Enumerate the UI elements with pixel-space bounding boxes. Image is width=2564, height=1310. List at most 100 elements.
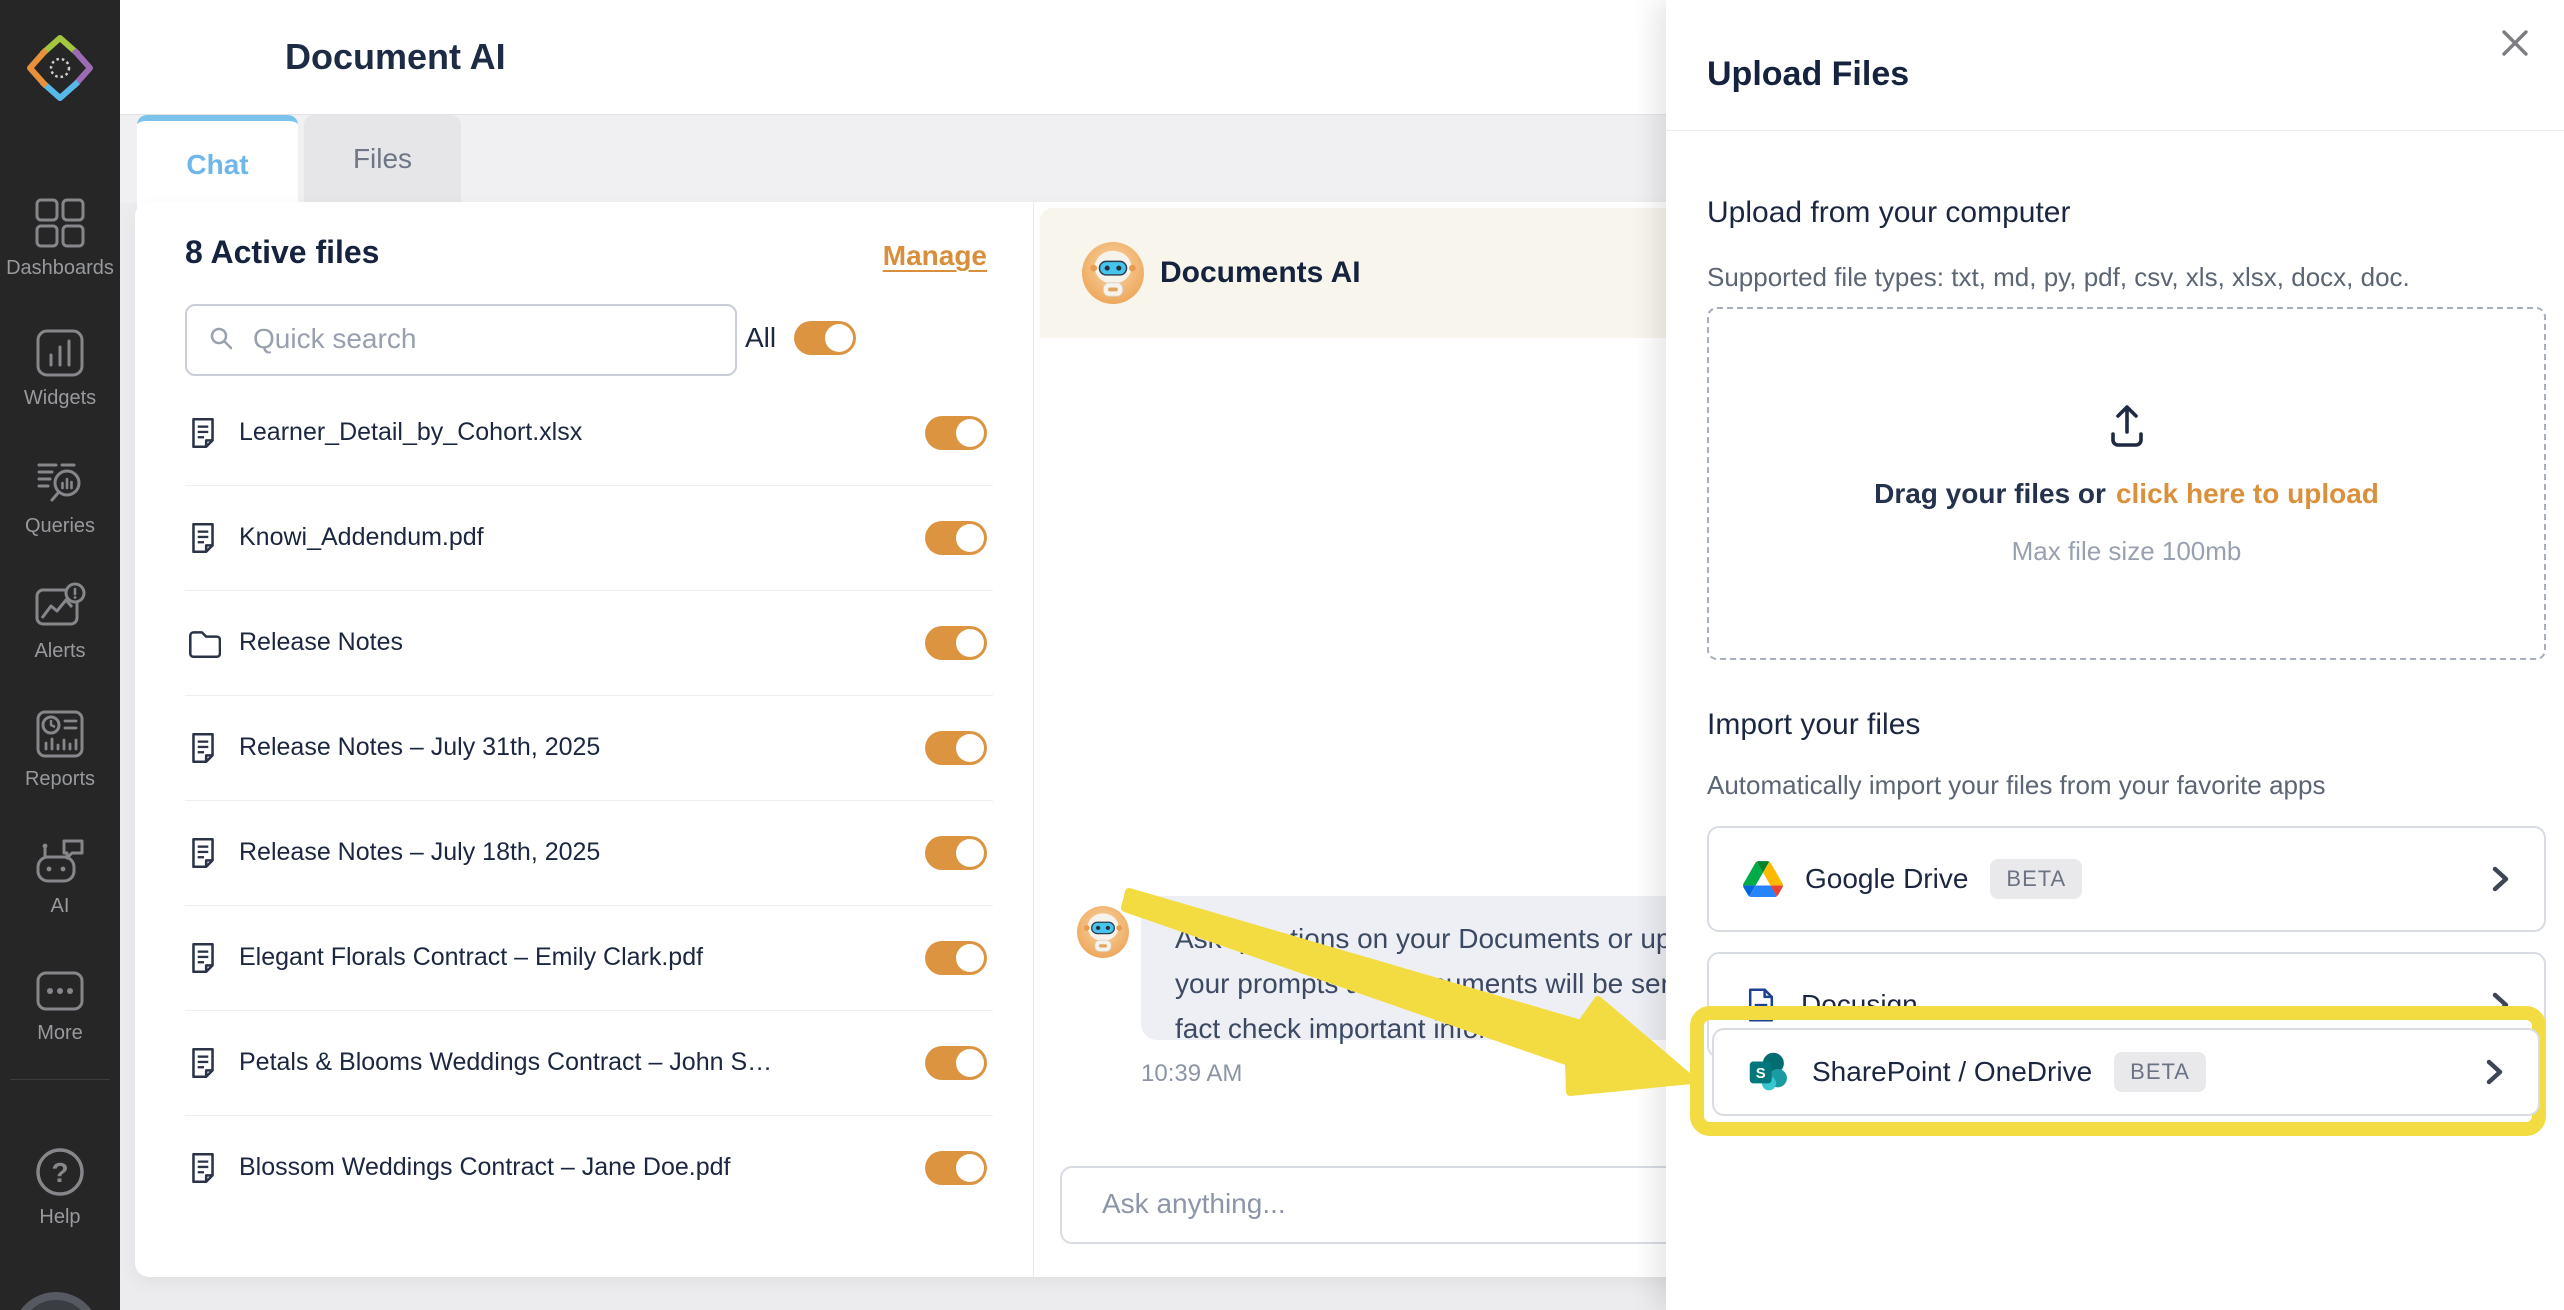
chat-header: Documents AI xyxy=(1040,208,1700,338)
file-row: Elegant Florals Contract – Emily Clark.p… xyxy=(185,905,993,1011)
panel-divider xyxy=(1666,130,2564,131)
sidebar-label: Reports xyxy=(25,768,95,790)
integration-name: Google Drive xyxy=(1805,863,1968,895)
document-icon xyxy=(185,1045,221,1081)
drag-text: Drag your files or xyxy=(1874,478,2106,509)
sidebar-label: Queries xyxy=(25,515,95,537)
beta-badge: BETA xyxy=(2114,1052,2206,1092)
upload-icon xyxy=(2101,400,2153,452)
tab-files-label: Files xyxy=(353,143,412,175)
help-glyph: ? xyxy=(51,1157,68,1188)
document-icon xyxy=(185,415,221,451)
sidebar-item-more[interactable]: More xyxy=(0,968,120,1045)
google-drive-icon xyxy=(1743,861,1783,897)
message-line: fact check important information. xyxy=(1175,1006,1700,1051)
help-icon: ? xyxy=(34,1146,86,1198)
widgets-icon xyxy=(34,327,86,379)
document-icon xyxy=(185,520,221,556)
file-name: Learner_Detail_by_Cohort.xlsx xyxy=(239,418,784,447)
click-to-upload-link[interactable]: click here to upload xyxy=(2116,478,2379,509)
integration-google-drive[interactable]: Google Drive BETA xyxy=(1707,826,2546,932)
app-root: Document AI Chat Files 8 Active files Ma… xyxy=(0,0,2564,1310)
file-toggle[interactable] xyxy=(925,731,987,765)
sidebar-item-alerts[interactable]: Alerts xyxy=(0,580,120,663)
tab-chat-label: Chat xyxy=(186,149,248,181)
search-input[interactable] xyxy=(251,310,715,368)
file-row: Release Notes xyxy=(185,590,993,696)
sidebar-label: Alerts xyxy=(34,640,85,662)
upload-computer-title: Upload from your computer xyxy=(1707,196,2071,230)
tab-files[interactable]: Files xyxy=(304,115,461,202)
message-timestamp: 10:39 AM xyxy=(1141,1060,1242,1088)
upload-panel-title: Upload Files xyxy=(1707,55,1909,94)
page-title: Document AI xyxy=(285,36,506,78)
active-files-heading: 8 Active files xyxy=(185,234,379,271)
sidebar-item-widgets[interactable]: Widgets xyxy=(0,327,120,410)
all-toggle-row: All xyxy=(745,304,995,372)
dropzone-text: Drag your files or click here to upload xyxy=(1874,478,2379,510)
search-icon xyxy=(209,326,235,352)
message-line: Ask questions on your Documents or uploa… xyxy=(1175,916,1700,961)
supported-file-types: Supported file types: txt, md, py, pdf, … xyxy=(1707,262,2410,293)
message-line: your prompts and documents will be sent … xyxy=(1175,961,1700,1006)
manage-link[interactable]: Manage xyxy=(883,240,987,272)
sharepoint-glyph: S xyxy=(1756,1066,1766,1082)
dashboards-icon xyxy=(34,197,86,249)
document-icon xyxy=(185,1150,221,1186)
user-avatar[interactable] xyxy=(12,1292,100,1310)
chat-input[interactable] xyxy=(1100,1174,1700,1234)
chevron-right-icon xyxy=(2492,866,2510,892)
file-toggle[interactable] xyxy=(925,836,987,870)
sidebar-item-ai[interactable]: AI xyxy=(0,835,120,918)
integration-name: SharePoint / OneDrive xyxy=(1812,1056,2092,1088)
sidebar-label: Dashboards xyxy=(6,257,114,279)
assistant-name: Documents AI xyxy=(1160,256,1361,290)
import-files-title: Import your files xyxy=(1707,708,1920,742)
chat-input-box[interactable] xyxy=(1060,1166,1700,1244)
more-icon xyxy=(34,968,86,1014)
sidebar-label: More xyxy=(37,1022,83,1044)
file-row: Petals & Blooms Weddings Contract – John… xyxy=(185,1010,993,1116)
quick-search-box[interactable] xyxy=(185,304,737,376)
file-toggle[interactable] xyxy=(925,941,987,975)
file-toggle[interactable] xyxy=(925,1151,987,1185)
beta-badge: BETA xyxy=(1990,859,2082,899)
chevron-right-icon xyxy=(2486,1059,2504,1085)
sidebar-label: Widgets xyxy=(24,387,96,409)
file-toggle[interactable] xyxy=(925,626,987,660)
tab-chat[interactable]: Chat xyxy=(137,115,298,208)
file-toggle[interactable] xyxy=(925,416,987,450)
reports-icon xyxy=(34,708,86,760)
assistant-avatar-small xyxy=(1077,906,1129,958)
assistant-message-bubble: Ask questions on your Documents or uploa… xyxy=(1141,896,1700,1040)
queries-icon xyxy=(34,455,86,507)
sidebar-item-help[interactable]: ? Help xyxy=(0,1146,120,1229)
document-icon xyxy=(185,730,221,766)
app-logo xyxy=(22,28,98,112)
file-row: Release Notes – July 18th, 2025 xyxy=(185,800,993,906)
import-files-subtitle: Automatically import your files from you… xyxy=(1707,770,2325,801)
file-name: Elegant Florals Contract – Emily Clark.p… xyxy=(239,943,784,972)
file-row: Learner_Detail_by_Cohort.xlsx xyxy=(185,380,993,486)
upload-files-panel: Upload Files Upload from your computer S… xyxy=(1666,0,2564,1310)
main-card: 8 Active files Manage All Learner_Detail… xyxy=(135,202,1700,1277)
file-row: Blossom Weddings Contract – Jane Doe.pdf xyxy=(185,1115,993,1220)
file-dropzone[interactable]: Drag your files orclick here to upload M… xyxy=(1707,307,2546,660)
close-icon[interactable] xyxy=(2498,26,2532,60)
folder-icon xyxy=(185,625,221,661)
file-row: Release Notes – July 31th, 2025 xyxy=(185,695,993,801)
all-toggle[interactable] xyxy=(794,321,856,355)
all-label: All xyxy=(745,322,776,354)
alerts-icon xyxy=(34,580,86,632)
sidebar-item-queries[interactable]: Queries xyxy=(0,455,120,538)
file-toggle[interactable] xyxy=(925,521,987,555)
sidebar-divider xyxy=(10,1079,110,1080)
file-toggle[interactable] xyxy=(925,1046,987,1080)
integration-sharepoint-onedrive[interactable]: S SharePoint / OneDrive BETA xyxy=(1712,1028,2540,1116)
file-name: Petals & Blooms Weddings Contract – John… xyxy=(239,1048,784,1077)
document-icon xyxy=(185,940,221,976)
sidebar-item-dashboards[interactable]: Dashboards xyxy=(0,197,120,280)
file-name: Release Notes – July 31th, 2025 xyxy=(239,733,784,762)
sidebar-label: AI xyxy=(51,895,70,917)
sidebar-item-reports[interactable]: Reports xyxy=(0,708,120,791)
